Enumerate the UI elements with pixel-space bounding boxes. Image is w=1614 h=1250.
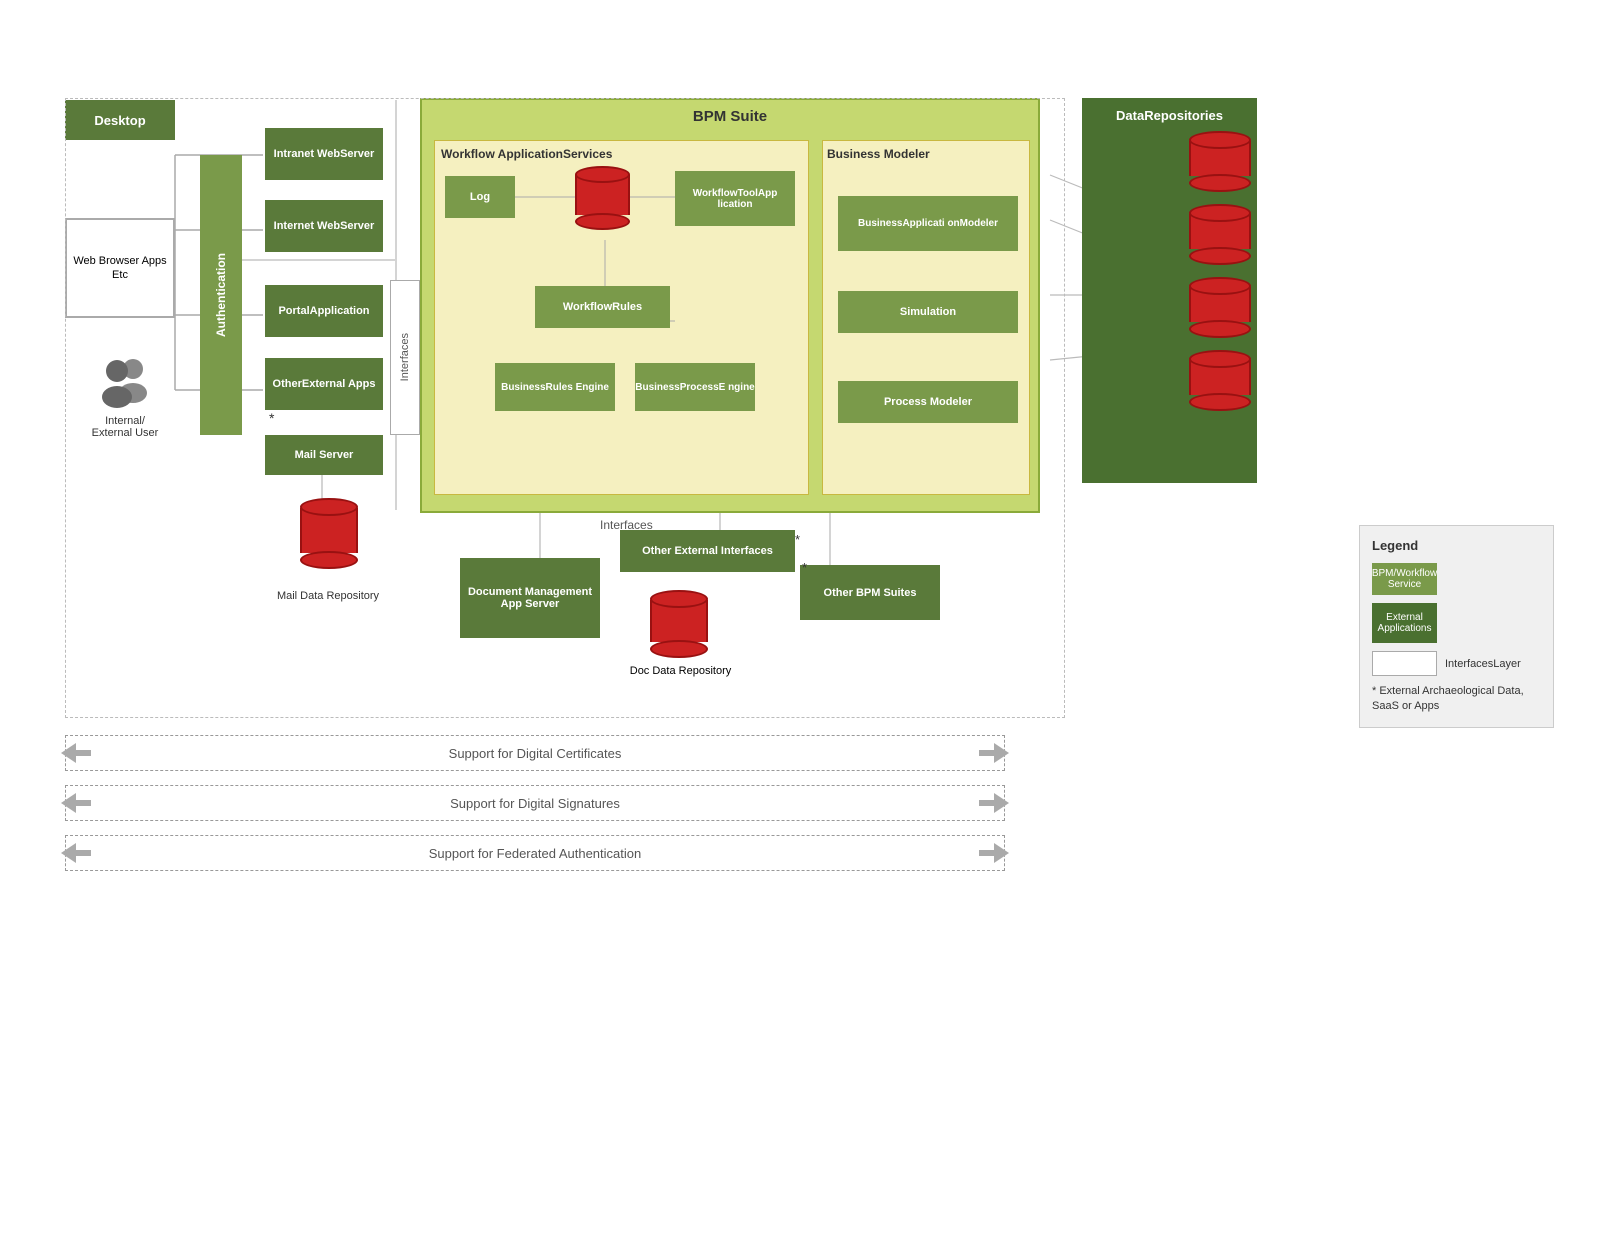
bpm-suite-title: BPM Suite xyxy=(422,108,1038,125)
workflow-db xyxy=(575,166,630,230)
bpm-suite-container: BPM Suite Workflow ApplicationServices L… xyxy=(420,98,1040,513)
workflow-services-area: Workflow ApplicationServices Log Workflo… xyxy=(434,140,809,495)
doc-data-db xyxy=(650,590,708,658)
legend-bpm-swatch: BPM/Workflow Service xyxy=(1372,563,1437,595)
asterisk-other-external: * xyxy=(269,410,274,426)
other-external-interfaces-box: Other External Interfaces xyxy=(620,530,795,572)
user-label: Internal/ External User xyxy=(85,415,165,439)
arrow-right-sigs xyxy=(979,793,1009,813)
legend-interfaces-swatch xyxy=(1372,651,1437,676)
support-digital-certs-text: Support for Digital Certificates xyxy=(449,746,622,761)
legend-interfaces-item: InterfacesLayer xyxy=(1372,651,1541,676)
user-figure: Internal/ External User xyxy=(85,355,165,439)
obs-asterisk: * xyxy=(802,560,807,575)
support-digital-sigs-text: Support for Digital Signatures xyxy=(450,796,620,811)
dr-db1 xyxy=(1142,131,1297,192)
legend-title: Legend xyxy=(1372,538,1541,553)
legend-container: Legend BPM/Workflow Service External App… xyxy=(1359,525,1554,728)
mail-server-box: Mail Server xyxy=(265,435,383,475)
data-repositories-box: DataRepositories * xyxy=(1082,98,1257,483)
arrow-left-certs xyxy=(61,743,91,763)
dr-db2 xyxy=(1142,204,1297,265)
dr-db3 xyxy=(1142,277,1297,338)
data-repositories-title: DataRepositories xyxy=(1092,108,1247,123)
portal-application-box: PortalApplication xyxy=(265,285,383,337)
biz-app-modeler-box: BusinessApplicati onModeler xyxy=(838,196,1018,251)
legend-bpm-item: BPM/Workflow Service xyxy=(1372,563,1541,595)
interfaces-left-box: Interfaces xyxy=(390,280,420,435)
legend-asterisk-note: * External Archaeological Data, SaaS or … xyxy=(1372,684,1541,715)
document-management-box: Document Management App Server xyxy=(460,558,600,638)
biz-modeler-title: Business Modeler xyxy=(827,147,930,161)
arrow-left-auth xyxy=(61,843,91,863)
dr-db4 xyxy=(1142,350,1297,411)
business-rules-engine-box: BusinessRules Engine xyxy=(495,363,615,411)
workflow-services-title: Workflow ApplicationServices xyxy=(441,147,612,161)
support-federated-auth-bar: Support for Federated Authentication xyxy=(65,835,1005,871)
desktop-box: Desktop xyxy=(65,100,175,140)
web-browser-box: Web Browser Apps Etc xyxy=(65,218,175,318)
mail-data-label: Mail Data Repository xyxy=(268,590,388,602)
internet-webserver-box: Internet WebServer xyxy=(265,200,383,252)
legend-interfaces-label: InterfacesLayer xyxy=(1445,658,1521,670)
legend-ext-apps-item: External Applications xyxy=(1372,603,1541,643)
users-icon xyxy=(85,355,165,410)
oei-asterisk: * xyxy=(795,532,800,547)
authentication-box: Authentication xyxy=(200,155,242,435)
mail-data-db xyxy=(300,498,358,569)
log-box: Log xyxy=(445,176,515,218)
doc-data-label: Doc Data Repository xyxy=(628,665,733,677)
simulation-box: Simulation xyxy=(838,291,1018,333)
process-modeler-box: Process Modeler xyxy=(838,381,1018,423)
other-bpm-suites-box: Other BPM Suites xyxy=(800,565,940,620)
other-external-apps-box: OtherExternal Apps xyxy=(265,358,383,410)
workflow-tool-app-box: WorkflowToolApp lication xyxy=(675,171,795,226)
biz-modeler-area: Business Modeler BusinessApplicati onMod… xyxy=(822,140,1030,495)
workflow-rules-box: WorkflowRules xyxy=(535,286,670,328)
legend-ext-apps-swatch: External Applications xyxy=(1372,603,1437,643)
business-process-engine-box: BusinessProcessE ngine xyxy=(635,363,755,411)
support-federated-auth-text: Support for Federated Authentication xyxy=(429,846,641,861)
support-digital-certs-bar: Support for Digital Certificates xyxy=(65,735,1005,771)
diagram-container: Desktop Web Browser Apps Etc Internal/ E… xyxy=(0,0,1614,1250)
arrow-right-certs xyxy=(979,743,1009,763)
arrow-right-auth xyxy=(979,843,1009,863)
support-digital-sigs-bar: Support for Digital Signatures xyxy=(65,785,1005,821)
intranet-webserver-box: Intranet WebServer xyxy=(265,128,383,180)
arrow-left-sigs xyxy=(61,793,91,813)
